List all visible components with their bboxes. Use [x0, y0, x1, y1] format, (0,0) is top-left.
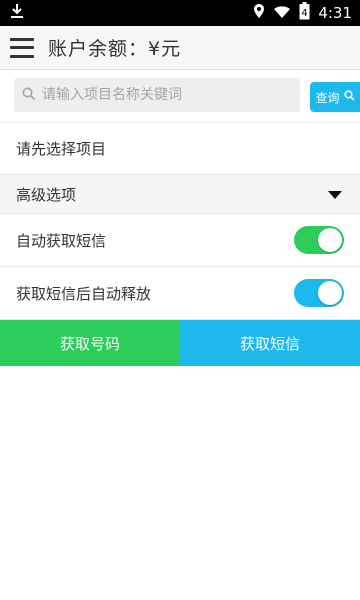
page-title: 账户余额：¥元	[48, 38, 182, 60]
auto-release-toggle[interactable]	[294, 279, 344, 307]
advanced-options-label: 高级选项	[16, 185, 77, 204]
bottom-actions: 获取号码 获取短信	[0, 320, 360, 366]
project-selector[interactable]: 请先选择项目	[0, 122, 360, 174]
download-icon	[10, 3, 24, 23]
advanced-options-header[interactable]: 高级选项	[0, 174, 360, 214]
status-bar: 4 4:31	[0, 0, 360, 26]
toggle-knob	[318, 228, 342, 252]
caret-down-icon	[328, 185, 342, 203]
menu-icon[interactable]	[10, 37, 34, 58]
battery-level: 4	[302, 8, 308, 19]
search-row: 查询	[0, 70, 360, 120]
status-time: 4:31	[318, 4, 352, 22]
get-sms-button[interactable]: 获取短信	[180, 320, 360, 366]
wifi-icon	[273, 4, 291, 23]
search-input[interactable]	[42, 87, 292, 103]
search-button-label: 查询	[315, 90, 340, 105]
toggle-knob	[318, 281, 342, 305]
get-number-button[interactable]: 获取号码	[0, 320, 180, 366]
get-sms-label: 获取短信	[239, 334, 300, 353]
option-auto-get-sms: 自动获取短信	[0, 214, 360, 267]
auto-get-sms-toggle[interactable]	[294, 226, 344, 254]
search-button[interactable]: 查询	[310, 82, 360, 112]
app-bar: 账户余额：¥元	[0, 26, 360, 70]
location-icon	[253, 3, 265, 23]
option-auto-release: 获取短信后自动释放	[0, 267, 360, 320]
battery-icon: 4	[299, 2, 310, 24]
get-number-label: 获取号码	[59, 334, 120, 353]
search-button-icon	[343, 90, 355, 104]
status-left	[10, 3, 24, 23]
option-auto-get-sms-label: 自动获取短信	[16, 231, 107, 250]
search-box[interactable]	[14, 78, 300, 112]
search-icon	[22, 86, 36, 105]
option-auto-release-label: 获取短信后自动释放	[16, 284, 152, 303]
status-right: 4 4:31	[253, 2, 352, 24]
project-selector-label: 请先选择项目	[16, 140, 107, 158]
